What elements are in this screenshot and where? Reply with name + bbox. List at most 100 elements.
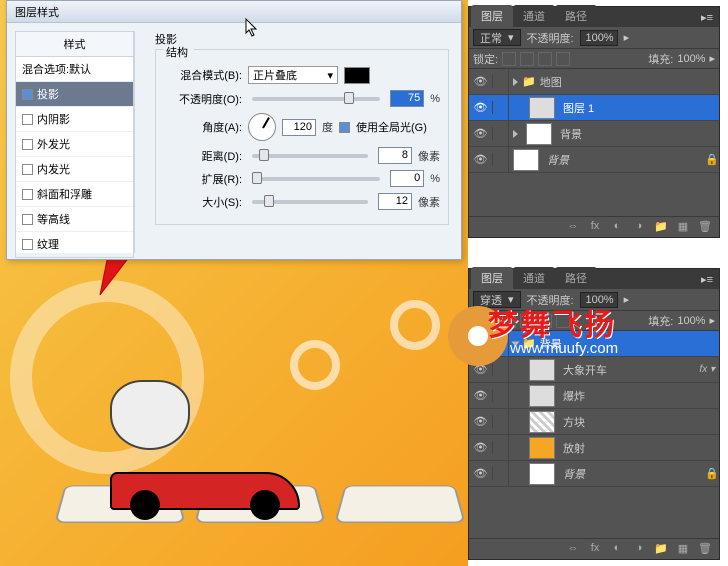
layer-row[interactable]: 👁背景 [469,121,719,147]
group-icon[interactable]: 📁 [653,542,669,556]
tab-paths[interactable]: 路径 [555,267,597,289]
layer-thumbnail[interactable] [529,385,555,407]
distance-label: 距离(D): [164,148,242,164]
layer-thumbnail[interactable] [526,123,552,145]
opacity-slider[interactable] [252,97,380,101]
shadow-color-swatch[interactable] [344,67,370,84]
chevron-down-icon: ▾ [508,31,514,44]
layer-thumbnail[interactable] [513,149,539,171]
folder-icon: 📁 [522,75,536,88]
angle-input[interactable]: 120 [282,119,316,136]
global-light-checkbox[interactable] [339,122,350,133]
style-inner-glow[interactable]: 内发光 [16,157,133,182]
layer-row[interactable]: 👁图层 1 [469,95,719,121]
style-outer-glow[interactable]: 外发光 [16,132,133,157]
folder-toggle-icon[interactable] [513,78,518,86]
fill-input[interactable]: 100% [677,315,705,327]
lock-label: 锁定: [473,51,498,67]
opacity-input[interactable]: 75 [390,90,424,107]
layer-thumbnail[interactable] [529,359,555,381]
fx-icon[interactable]: fx [587,220,603,234]
chevron-right-icon[interactable]: ▸ [624,293,630,306]
lock-position-icon[interactable] [538,52,552,66]
style-contour[interactable]: 等高线 [16,207,133,232]
tab-channels[interactable]: 通道 [513,267,555,289]
visibility-icon[interactable]: 👁 [469,415,493,428]
mask-icon[interactable]: ◐ [609,220,625,234]
mask-icon[interactable]: ◐ [609,542,625,556]
style-texture[interactable]: 纹理 [16,232,133,257]
distance-slider[interactable] [252,154,368,158]
layer-thumbnail[interactable] [529,437,555,459]
lock-transparency-icon[interactable] [502,52,516,66]
layer-row[interactable]: 👁放射 [469,435,719,461]
layers-panel-1: 图层 通道 路径 ▸≡ 正常▾ 不透明度: 100%▸ 锁定: 填充: 100%… [468,6,720,238]
layer-thumbnail[interactable] [529,463,555,485]
trash-icon[interactable]: 🗑 [697,542,713,556]
spread-slider[interactable] [252,177,380,181]
tab-channels[interactable]: 通道 [513,5,555,27]
layer-thumbnail[interactable] [529,411,555,433]
style-inner-shadow[interactable]: 内阴影 [16,107,133,132]
opacity-label: 不透明度: [527,30,574,46]
tab-layers[interactable]: 图层 [471,267,513,289]
car-illustration [110,430,320,520]
visibility-icon[interactable]: 👁 [469,153,493,166]
visibility-icon[interactable]: 👁 [469,75,493,88]
link-icon[interactable]: ⇔ [565,542,581,556]
visibility-icon[interactable]: 👁 [469,467,493,480]
spread-input[interactable]: 0 [390,170,424,187]
layer-row[interactable]: 👁爆炸 [469,383,719,409]
style-options: 投影 结构 混合模式(B): 正片叠底▾ 不透明度(O): 75 % 角度(A)… [143,23,461,261]
style-drop-shadow[interactable]: 投影 [16,82,133,107]
fill-label: 填充: [648,313,673,329]
layer-row-background[interactable]: 👁背景🔒 [469,461,719,487]
opacity-input[interactable]: 100% [580,30,618,46]
lock-all-icon[interactable] [556,52,570,66]
lock-pixels-icon[interactable] [520,52,534,66]
blend-mode-select[interactable]: 正常▾ [473,29,521,46]
chevron-right-icon[interactable]: ▸ [709,314,715,327]
subsection-title: 结构 [164,44,194,60]
chevron-right-icon[interactable]: ▸ [709,52,715,65]
tab-layers[interactable]: 图层 [471,5,513,27]
style-list: 样式 混合选项:默认 投影 内阴影 外发光 内发光 斜面和浮雕 等高线 纹理 [15,31,135,253]
layer-row[interactable]: 👁方块 [469,409,719,435]
watermark-brand: 梦舞飞扬 [488,300,616,344]
size-slider[interactable] [252,200,368,204]
style-blend-options[interactable]: 混合选项:默认 [16,57,133,82]
visibility-icon[interactable]: 👁 [469,101,493,114]
group-icon[interactable]: 📁 [653,220,669,234]
visibility-icon[interactable]: 👁 [469,127,493,140]
adjustment-icon[interactable]: ◑ [631,220,647,234]
new-layer-icon[interactable]: ▦ [675,220,691,234]
layer-row-group[interactable]: 👁📁地图 [469,69,719,95]
distance-input[interactable]: 8 [378,147,412,164]
blend-mode-label: 混合模式(B): [164,67,242,83]
style-bevel-emboss[interactable]: 斜面和浮雕 [16,182,133,207]
panel-menu-icon[interactable]: ▸≡ [695,8,719,27]
size-label: 大小(S): [164,194,242,210]
global-light-label: 使用全局光(G) [356,119,427,135]
adjustment-icon[interactable]: ◑ [631,542,647,556]
fx-badge[interactable]: fx ▾ [699,364,715,375]
visibility-icon[interactable]: 👁 [469,441,493,454]
lock-icon: 🔒 [705,153,719,166]
size-input[interactable]: 12 [378,193,412,210]
layer-thumbnail[interactable] [529,97,555,119]
blend-mode-select[interactable]: 正片叠底▾ [248,66,338,84]
panel-menu-icon[interactable]: ▸≡ [695,270,719,289]
layer-row-background[interactable]: 👁背景🔒 [469,147,719,173]
section-title: 投影 [155,31,449,47]
fx-icon[interactable]: fx [587,542,603,556]
chevron-right-icon[interactable]: ▸ [624,31,630,44]
new-layer-icon[interactable]: ▦ [675,542,691,556]
lock-icon: 🔒 [705,467,719,480]
trash-icon[interactable]: 🗑 [697,220,713,234]
expand-icon[interactable] [513,130,518,138]
link-icon[interactable]: ⇔ [565,220,581,234]
tab-paths[interactable]: 路径 [555,5,597,27]
visibility-icon[interactable]: 👁 [469,389,493,402]
fill-input[interactable]: 100% [677,53,705,65]
angle-dial[interactable] [248,113,276,141]
